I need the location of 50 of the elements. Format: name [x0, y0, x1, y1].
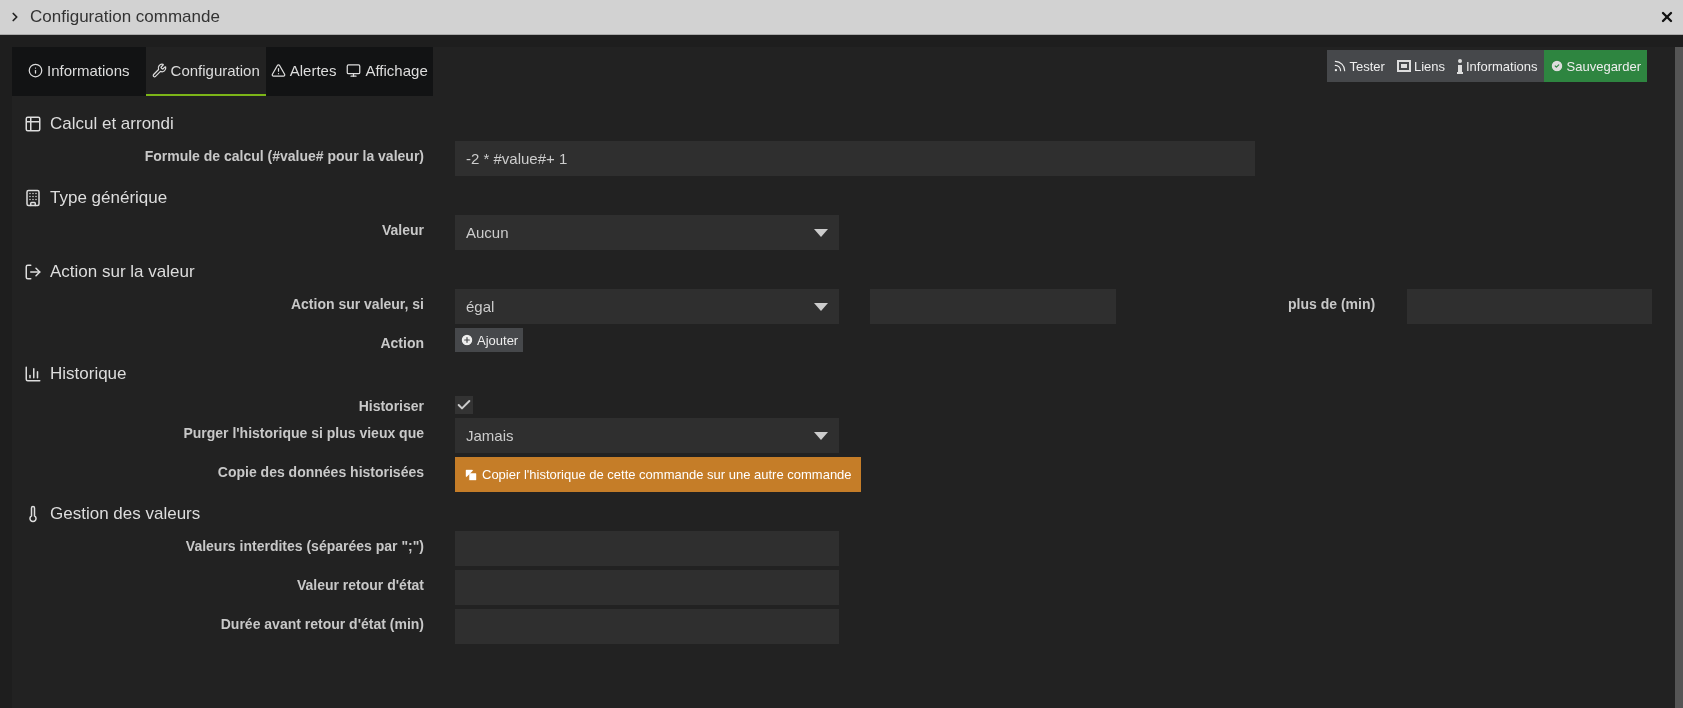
close-icon[interactable]	[1659, 9, 1675, 25]
plus-circle-icon	[460, 333, 474, 347]
select-field[interactable]: égal	[455, 289, 839, 324]
section-icon	[24, 114, 42, 133]
frame-icon	[1396, 59, 1411, 73]
scrollbar[interactable]	[1675, 47, 1683, 708]
dropdown-caret-icon	[814, 431, 828, 440]
window-title: Configuration commande	[30, 7, 221, 27]
check-circle-icon	[1549, 59, 1564, 73]
tab[interactable]: Affichage	[341, 47, 433, 96]
field-label: Action sur valeur, si	[289, 295, 424, 312]
field-label: plus de (min)	[1288, 295, 1376, 312]
field-label: Valeurs interdites (séparées par ";")	[184, 537, 424, 554]
field-label: Copie des données historisées	[216, 463, 424, 480]
tab-icon	[346, 63, 362, 78]
field-label: Historiser	[357, 397, 424, 414]
tab-icon	[270, 63, 286, 78]
dropdown-caret-icon	[814, 302, 828, 311]
field-label: Formule de calcul (#value# pour la valeur)	[143, 147, 424, 164]
field-label: Durée avant retour d'état (min)	[219, 615, 424, 632]
section-icon	[24, 188, 42, 207]
field-label: Action	[379, 334, 424, 351]
tab[interactable]: Alertes	[265, 47, 342, 96]
toolbar-button[interactable]: Liens	[1390, 50, 1451, 82]
toolbar-button[interactable]: Informations	[1451, 50, 1544, 82]
section-heading: Type générique	[50, 187, 168, 208]
section-heading: Gestion des valeurs	[50, 503, 201, 524]
dropdown-caret-icon	[814, 228, 828, 237]
select-field[interactable]: Aucun	[455, 215, 839, 250]
section-heading: Historique	[50, 363, 127, 384]
info-icon	[1457, 58, 1463, 74]
rss-icon	[1332, 59, 1347, 73]
checkbox[interactable]	[455, 396, 473, 414]
tab-icon	[151, 63, 167, 78]
tab-icon	[28, 63, 43, 78]
input-field[interactable]: -2 * #value#+ 1	[455, 141, 1255, 176]
toolbar-button[interactable]: Tester	[1326, 50, 1391, 82]
section-heading: Calcul et arrondi	[50, 113, 174, 134]
field-label: Valeur retour d'état	[295, 576, 424, 593]
section-heading: Action sur la valeur	[50, 261, 195, 282]
select-field[interactable]: Jamais	[455, 418, 839, 453]
add-button[interactable]: Ajouter	[455, 328, 524, 352]
field-label: Valeur	[380, 221, 424, 238]
section-icon	[24, 364, 42, 383]
field-label: Purger l'historique si plus vieux que	[182, 424, 424, 441]
tab[interactable]: Configuration	[145, 47, 266, 96]
toolbar-button[interactable]: Sauvegarder	[1543, 50, 1647, 82]
copy-icon	[464, 467, 478, 482]
tab[interactable]: Informations	[12, 47, 146, 96]
section-icon	[24, 262, 42, 281]
